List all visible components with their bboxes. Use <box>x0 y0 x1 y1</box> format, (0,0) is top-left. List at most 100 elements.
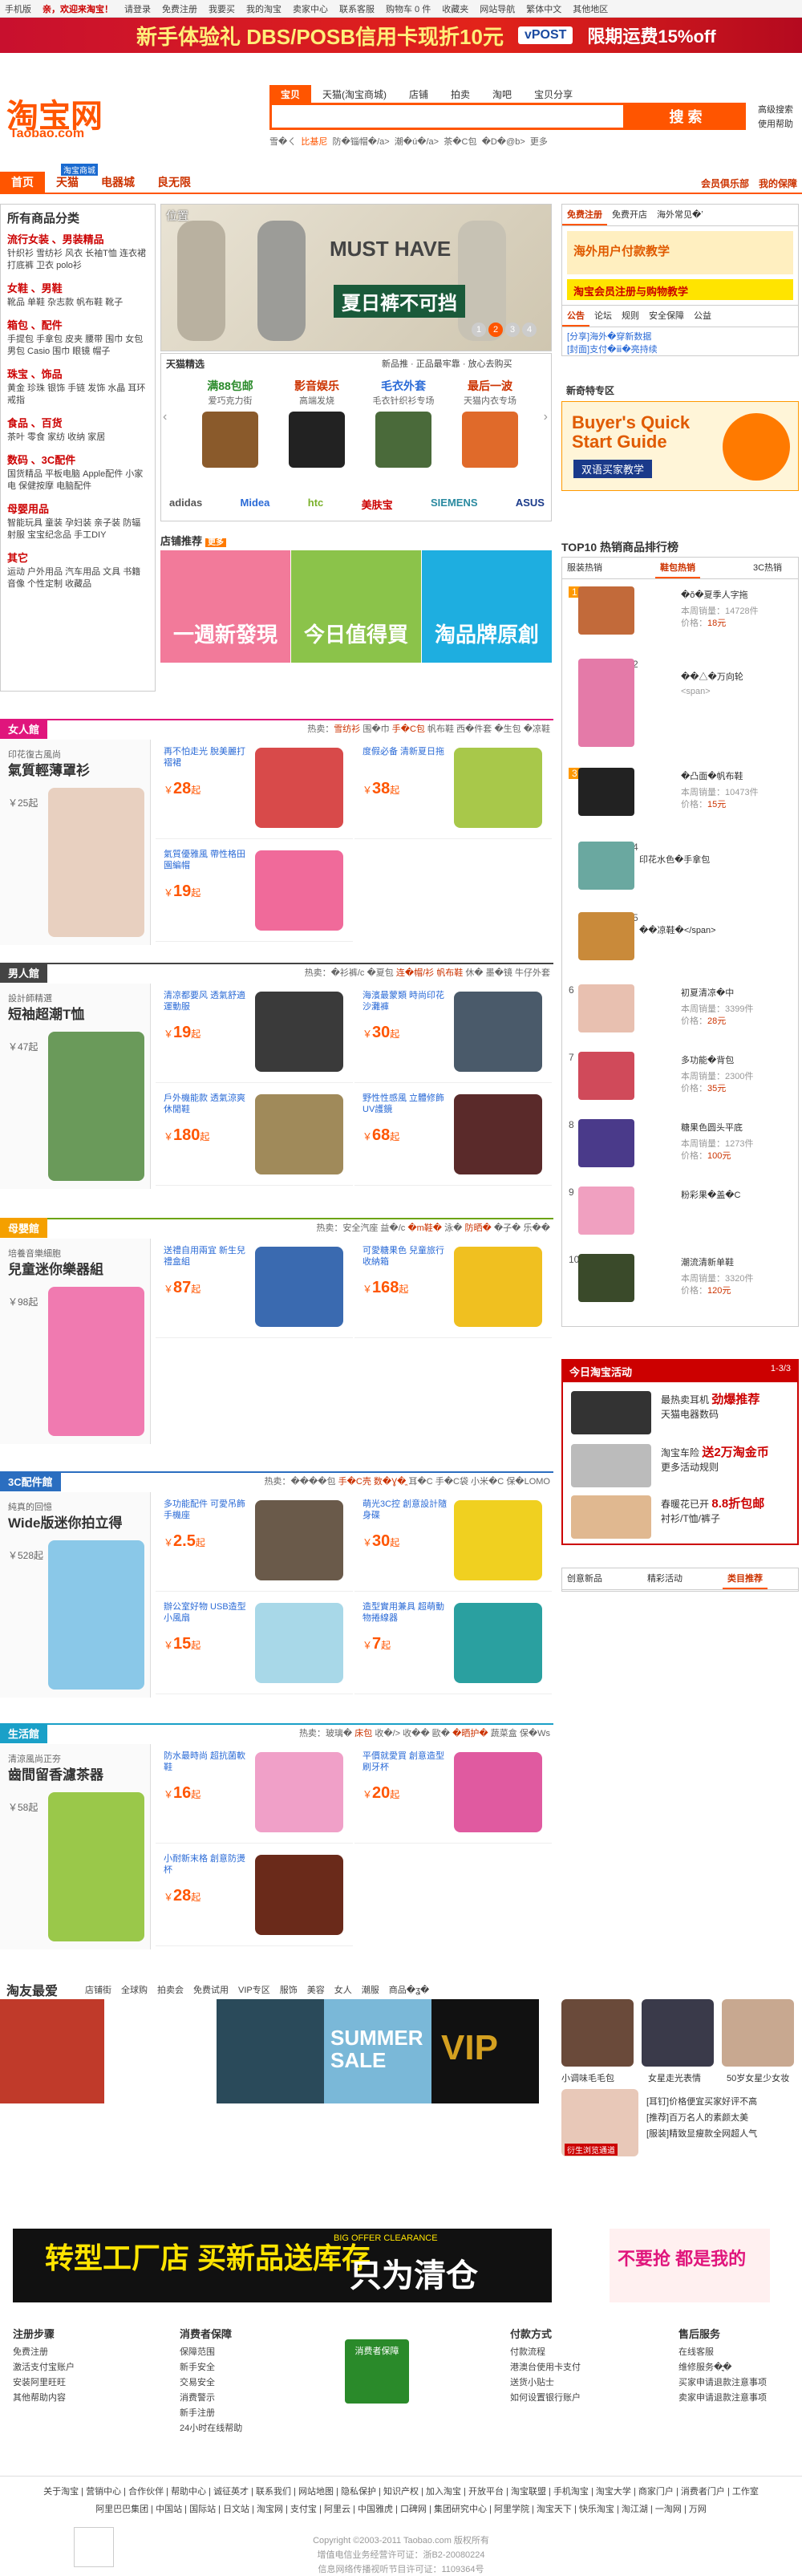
floor-item[interactable]: 戶外機能款 透氣涼爽休閒鞋 ￥180起 <box>156 1086 353 1186</box>
floor-feature[interactable]: 清涼風尚正夯 齒間留香濾茶器 ￥58起 <box>0 1744 151 1949</box>
footer-link[interactable]: 诚征英才 <box>213 2487 249 2497</box>
footer-link[interactable]: 安装阿里旺旺 <box>13 2375 173 2391</box>
floor-item[interactable]: 可愛糖果色 兒童旅行收納箱 ￥168起 <box>354 1239 552 1338</box>
news-item[interactable]: [封面]支付�ⅲ�亮持续 <box>567 343 793 356</box>
floor-tag[interactable]: 女人館 <box>0 719 48 739</box>
footer-link[interactable]: 买家申请退款注意事项 <box>678 2375 791 2391</box>
hot-link[interactable]: �晒护� <box>452 1729 488 1738</box>
ranking-item[interactable]: 10 潮流清新单鞋 本周销量：3320件 价格：120元 <box>569 1249 793 1313</box>
floor-item[interactable]: 野性性感風 立體修飾UV護鏡 ￥68起 <box>354 1086 552 1186</box>
search-tab-share[interactable]: 宝贝分享 <box>523 85 584 103</box>
shop-more-link[interactable]: 更多 <box>205 538 227 547</box>
taoyou-news-item[interactable]: [服装]精致显瘦款全网超人气 <box>646 2126 757 2142</box>
category-links[interactable]: 茶叶 零食 家纺 收纳 家居 <box>7 432 148 444</box>
hot-word-more[interactable]: 更多 <box>530 137 548 147</box>
hot-link[interactable]: 手�C包 <box>392 724 425 734</box>
footer-link[interactable]: 24小时在线帮助 <box>180 2421 340 2436</box>
ranking-item[interactable]: 8 糖果色圆头平底 本周销量：1273件 价格：100元 <box>569 1114 793 1178</box>
category-title[interactable]: 数码 、3C配件 <box>7 452 148 467</box>
activity-row[interactable]: 最热卖耳机 劲爆推荐 天猫电器数码 <box>571 1388 792 1439</box>
clearance-banner[interactable]: 转型工厂店 买新品送库存 BIG OFFER CLEARANCE 只为清仓 <box>13 2229 552 2302</box>
footer-link[interactable]: 如何设置银行账户 <box>510 2391 670 2406</box>
footer-link[interactable]: 消费警示 <box>180 2391 340 2406</box>
category-title[interactable]: 珠宝 、饰品 <box>7 366 148 381</box>
hot-link[interactable]: 数�Ɣ�ֱ <box>374 1477 406 1487</box>
hot-link[interactable]: 西�件套 <box>456 724 492 734</box>
hot-link[interactable]: 歐� <box>432 1729 450 1738</box>
tab-category[interactable]: 类目推荐 <box>723 1568 768 1589</box>
hot-link[interactable]: 帆布鞋 <box>427 724 454 734</box>
tab-rules[interactable]: 规则 <box>617 306 644 327</box>
help-link[interactable]: 使用帮助 <box>758 117 793 132</box>
footer-link[interactable]: 新手注册 <box>180 2406 340 2421</box>
tab-charity[interactable]: 公益 <box>689 306 716 327</box>
activity-pager[interactable]: 1-3/3 <box>771 1364 791 1373</box>
hot-link[interactable]: 休� <box>465 968 483 978</box>
footer-link[interactable]: 激活支付宝账户 <box>13 2360 173 2375</box>
tmall-pick-item[interactable]: 最后一波 天猫内衣专场 <box>450 378 530 473</box>
taoyou-link[interactable]: 女人 <box>334 1986 352 1995</box>
footer-link[interactable]: 口碑网 <box>400 2505 427 2514</box>
floor-item[interactable]: 再不怕走光 脫美麗打褶裙 ￥28起 <box>156 740 353 839</box>
tab-shoes-bags[interactable]: 鞋包热销 <box>655 558 700 578</box>
avatar[interactable] <box>561 1999 634 2067</box>
contact-service-link[interactable]: 联系客服 <box>339 2 375 15</box>
category-links[interactable]: 黄金 珍珠 银饰 手链 发饰 水晶 耳环 戒指 <box>7 383 148 407</box>
footer-link[interactable]: 日文站 <box>223 2505 249 2514</box>
taoyou-news-item[interactable]: [耳钉]价格便宜买家好评不高 <box>646 2094 757 2110</box>
ranking-item[interactable]: 6 初夏清凉�中 本周销量：3399件 价格：28元 <box>569 980 793 1044</box>
footer-link[interactable]: 开放平台 <box>468 2487 504 2497</box>
taoyou-link[interactable]: VIP专区 <box>238 1986 270 1995</box>
tab-overseas-faq[interactable]: 海外常见�ʽ <box>652 205 708 225</box>
hot-link[interactable]: 牛仔外套 <box>515 968 550 978</box>
brand-logo[interactable]: adidas <box>169 497 202 512</box>
brand-logo[interactable]: ASUS <box>516 497 545 512</box>
hot-link[interactable]: 收�/> <box>375 1729 400 1738</box>
footer-link[interactable]: 帮助中心 <box>171 2487 206 2497</box>
footer-link[interactable]: 保障范围 <box>180 2345 340 2360</box>
hot-link[interactable]: 帆布鞋 <box>436 968 463 978</box>
nav-electronics[interactable]: 电器城 <box>90 172 146 193</box>
taoyou-image[interactable] <box>0 1999 104 2103</box>
footer-link[interactable]: 淘宝天下 <box>537 2505 572 2514</box>
hot-word[interactable]: 防�锱帽�/a> <box>333 137 390 147</box>
floor-item[interactable]: 辦公室好物 USB造型小風扇 ￥15起 <box>156 1595 353 1694</box>
pager-dot[interactable]: 2 <box>488 323 503 337</box>
avatar-caption[interactable]: 50岁女星少女妆 <box>727 2071 789 2084</box>
member-guide-ad[interactable]: 淘宝会员注册与购物教学 <box>567 279 793 300</box>
avatar[interactable] <box>642 1999 714 2067</box>
hot-word[interactable]: �D�@b> <box>482 137 525 147</box>
category-title[interactable]: 流行女装 、男装精品 <box>7 231 148 246</box>
footer-link[interactable]: 淘宝联盟 <box>511 2487 546 2497</box>
footer-link[interactable]: 淘宝大学 <box>596 2487 631 2497</box>
avatar[interactable] <box>722 1999 794 2067</box>
hot-link[interactable]: 乐�� <box>523 1223 550 1233</box>
avatar-caption[interactable]: 女星走光表情 <box>648 2071 701 2084</box>
footer-link[interactable]: 万网 <box>689 2505 707 2514</box>
footer-link[interactable]: 在线客服 <box>678 2345 791 2360</box>
category-links[interactable]: 运动 户外用品 汽车用品 文具 书籍 音像 个性定制 收藏品 <box>7 566 148 590</box>
taoyou-link[interactable]: 拍卖会 <box>157 1986 184 1995</box>
floor-feature[interactable]: 純真的回憶 Wide版迷你拍立得 ￥528起 <box>0 1492 151 1698</box>
hot-link[interactable]: 手�C袋 <box>435 1477 468 1487</box>
floor-tag[interactable]: 母嬰館 <box>0 1218 48 1238</box>
floor-item[interactable]: 度假必备 清新夏日拖 ￥38起 <box>354 740 552 839</box>
footer-link[interactable]: 阿里学院 <box>494 2505 529 2514</box>
ranking-item[interactable]: 7 多功能�背包 本周销量：2300件 价格：35元 <box>569 1047 793 1111</box>
hot-link[interactable]: �子� <box>494 1223 521 1233</box>
tmall-pick-item[interactable]: 影音娱乐 高端发烧 <box>277 378 357 473</box>
summer-sale-banner[interactable]: SUMMER SALE <box>324 1999 431 2103</box>
hot-link[interactable]: 连�帽/衫 <box>396 968 434 978</box>
footer-link[interactable]: 国际站 <box>189 2505 216 2514</box>
consumer-protection-badge[interactable]: 消费者保障 <box>345 2339 409 2404</box>
activity-row[interactable]: 春暖花已开 8.8折包邮 衬衫/T恤/裤子 <box>571 1492 792 1544</box>
hot-link[interactable]: 手�C壳 <box>338 1477 371 1487</box>
search-input[interactable] <box>269 103 626 130</box>
shop-tile-brand[interactable]: 淘品牌原創 <box>422 550 552 663</box>
footer-link[interactable]: 其他帮助内容 <box>13 2391 173 2406</box>
hot-link[interactable]: 玻璃� <box>326 1729 352 1738</box>
tab-forum[interactable]: 论坛 <box>589 306 617 327</box>
tmall-pick-item[interactable]: 毛衣外套 毛衣针织衫专场 <box>363 378 444 473</box>
taoyou-link[interactable]: 服饰 <box>280 1986 298 1995</box>
footer-link[interactable]: 送货小贴士 <box>510 2375 670 2391</box>
